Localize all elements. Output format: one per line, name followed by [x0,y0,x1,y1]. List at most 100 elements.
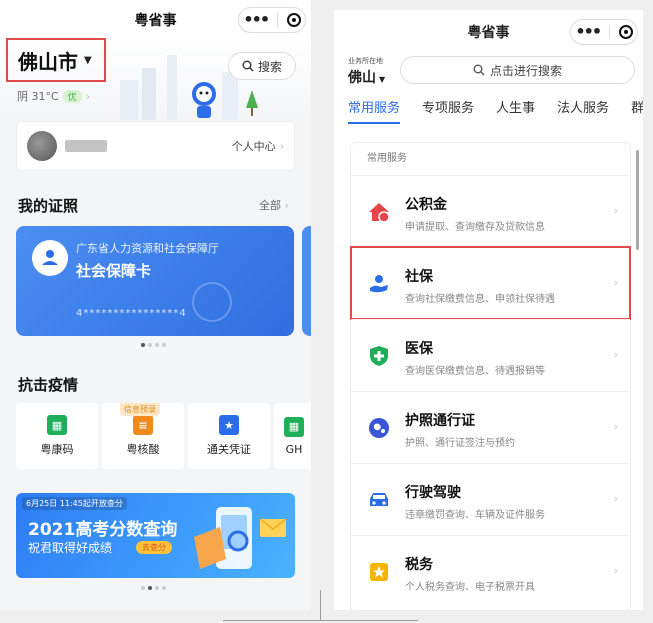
license-pager [141,343,166,347]
service-desc: 护照、通行证签注与预约 [405,438,515,449]
license-name: 社会保障卡 [76,262,152,280]
chevron-right-icon: › [85,89,91,103]
tile-label: 粤核酸 [126,443,160,456]
service-title: 行驶驾驶 [405,485,461,501]
banner-title: 2021高考分数查询 [28,520,178,540]
scrollbar[interactable] [636,150,639,250]
header-area: 佛山市 ▼ 阴 31°C 优 › 搜索 [0,38,311,120]
home-screen: 粤省事 ••• 佛山市 ▼ 阴 31°C 优 › 搜索 个人中心 › 我的证照 … [0,0,311,610]
tile-label: 通关凭证 [207,443,251,456]
tile-customs-pass[interactable]: ★ 通关凭证 [188,403,270,469]
search-label: 搜索 [257,59,282,74]
tile-yue-kang-ma[interactable]: ▦ 粤康码 [16,403,98,469]
service-item-tax[interactable]: 税务 个人税务查询、电子税票开具 › [351,535,630,607]
service-desc: 查询医保缴费信息、待遇报销等 [405,366,545,377]
weather-info: 阴 31°C 优 › [17,88,90,104]
house-icon [369,203,390,223]
search-input[interactable]: 点击进行搜索 [400,56,635,84]
user-center-card[interactable]: 个人中心 › [16,121,295,171]
epidemic-tiles: ▦ 粤康码 信息预录 ≡ 粤核酸 ★ 通关凭证 ▦ GH [16,403,311,469]
service-title: 公积金 [405,197,447,213]
list-header: 常用服务 [367,153,407,164]
car-icon [370,493,388,506]
service-title: 社保 [405,269,433,285]
search-icon [242,60,254,72]
tab-special-services[interactable]: 专项服务 [422,98,474,126]
close-icon[interactable] [618,25,633,39]
mini-program-capsule[interactable]: ••• [570,19,638,45]
licenses-title: 我的证照 [18,197,79,215]
globe-icon [369,418,389,438]
avatar [27,131,57,161]
card-watermark [192,282,232,322]
tab-corporate-services[interactable]: 法人服务 [557,98,609,126]
service-list: 常用服务 公积金 申请提取、查询缴存及贷款信息 › 社保 查询社保缴费信息、申领… [350,142,631,610]
service-desc: 个人税务查询、电子税票开具 [405,582,535,593]
licenses-more-label: 全部 [259,199,281,212]
search-row: 业务所在地 佛山 ▼ 点击进行搜索 [334,54,643,94]
tile-yue-he-suan[interactable]: 信息预录 ≡ 粤核酸 [102,403,184,469]
chevron-right-icon: › [613,492,618,505]
search-placeholder: 点击进行搜索 [489,63,562,78]
chevron-down-icon: ▼ [84,54,92,66]
chevron-down-icon: ▼ [379,75,386,84]
tile-tag: 信息预录 [120,403,160,416]
chevron-right-icon: › [284,199,289,212]
chevron-right-icon: › [613,564,618,577]
banner-subtitle: 祝君取得好成绩 [28,541,113,555]
epidemic-title: 抗击疫情 [18,376,79,394]
license-issuer: 广东省人力资源和社会保障厅 [76,242,219,255]
search-icon [473,64,485,76]
next-license-card[interactable] [302,226,311,336]
service-desc: 查询社保缴费信息、申领社保待遇 [405,294,555,305]
city-name: 佛山市 [18,49,78,74]
nav-bar: 粤省事 ••• [334,10,643,54]
licenses-more-link[interactable]: 全部 › [259,197,289,213]
capsule-divider [276,13,278,27]
medical-shield-icon [370,346,388,366]
location-city: 佛山 [348,70,376,86]
service-item-medical-insurance[interactable]: 医保 查询医保缴费信息、待遇报销等 › [351,319,630,391]
test-tube-icon: ≡ [133,415,153,435]
tab-common-services[interactable]: 常用服务 [348,98,401,126]
tile-label: GH [285,442,303,456]
person-hand-icon [32,240,68,276]
chevron-right-icon: › [613,420,618,433]
exam-score-banner[interactable]: 6月25日 11:45起开放查分 2021高考分数查询 祝君取得好成绩 去查分 [16,493,295,578]
pass-icon: ★ [219,415,239,435]
qr-code-icon: ▦ [47,415,67,435]
tab-life-events[interactable]: 人生事 [496,98,535,126]
service-title: 税务 [405,557,433,573]
aqi-badge: 优 [62,89,82,103]
mini-program-capsule[interactable]: ••• [238,7,306,33]
divider-tick [320,590,321,620]
banner-time: 6月25日 11:45起开放查分 [22,497,127,510]
location-selector[interactable]: 佛山 ▼ [348,67,385,87]
city-selector[interactable]: 佛山市 ▼ [6,38,106,82]
tab-group[interactable]: 群 [631,98,643,126]
services-screen: 粤省事 ••• 业务所在地 佛山 ▼ 点击进行搜索 常用服务 专项服务 人生事 法… [334,10,643,610]
chevron-right-icon: › [613,348,618,361]
license-number: 4****************4 [76,308,187,319]
screenshot-stage: 粤省事 ••• 佛山市 ▼ 阴 31°C 优 › 搜索 个人中心 › 我的证照 … [0,0,653,623]
banner-pager [141,586,166,590]
service-item-driving[interactable]: 行驶驾驶 违章缴罚查询、车辆及证件服务 › [351,463,630,535]
user-center-label: 个人中心 [231,140,276,153]
tile-label: 粤康码 [40,443,74,456]
chevron-right-icon: › [613,204,618,217]
location-caption: 业务所在地 [348,57,383,65]
close-icon[interactable] [286,13,301,27]
social-security-card[interactable]: 广东省人力资源和社会保障厅 社会保障卡 4****************4 [16,226,294,336]
service-desc: 申请提取、查询缴存及贷款信息 [405,222,545,233]
person-hand-icon [370,275,388,293]
search-button[interactable]: 搜索 [228,52,296,80]
service-item-passport[interactable]: 护照通行证 护照、通行证签注与预约 › [351,391,630,463]
divider-line [223,620,418,621]
service-item-social-security[interactable]: 社保 查询社保缴费信息、申领社保待遇 › [350,246,631,320]
more-icon[interactable]: ••• [575,24,602,40]
nav-bar: 粤省事 ••• [0,0,311,38]
tile-partial[interactable]: ▦ GH [274,403,311,469]
more-icon[interactable]: ••• [243,12,270,28]
service-item-housing-fund[interactable]: 公积金 申请提取、查询缴存及贷款信息 › [351,175,630,247]
check-score-button[interactable]: 去查分 [136,541,172,554]
